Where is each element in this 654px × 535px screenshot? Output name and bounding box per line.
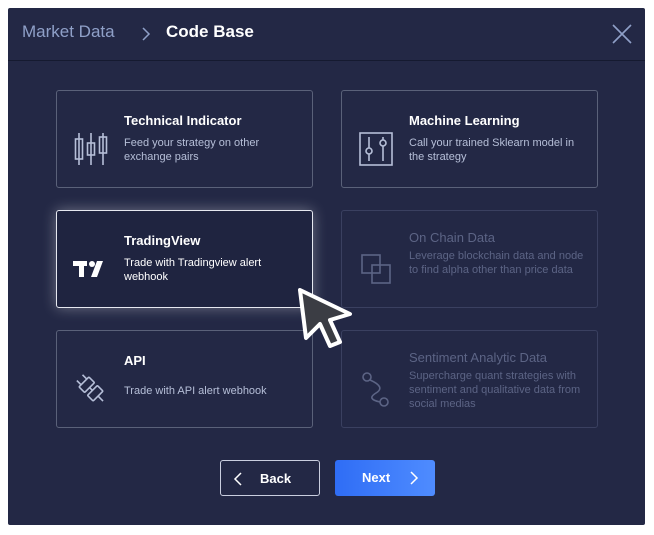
card-description: Leverage blockchain data and node to fin… — [409, 250, 584, 276]
option-machine-learning[interactable]: Machine Learning Call your trained Sklea… — [341, 90, 598, 188]
card-description: Trade with Tradingview alert webhook — [124, 257, 262, 283]
next-button[interactable]: Next — [335, 460, 435, 496]
card-title: Machine Learning — [409, 113, 520, 128]
sliders-icon — [359, 132, 393, 166]
back-button[interactable]: Back — [220, 460, 320, 496]
option-technical-indicator[interactable]: Technical Indicator Feed your strategy o… — [56, 90, 313, 188]
breadcrumb-market-data[interactable]: Market Data — [22, 22, 115, 42]
close-icon[interactable] — [611, 23, 633, 45]
overlapping-squares-icon — [361, 254, 391, 284]
card-description: Feed your strategy on other exchange pai… — [124, 137, 260, 163]
card-title: API — [124, 353, 146, 368]
back-label: Back — [260, 471, 292, 486]
card-title: Sentiment Analytic Data — [409, 350, 548, 365]
chevron-left-icon — [233, 472, 242, 486]
modal-dialog: Market Data Code Base Technical Indicato… — [8, 8, 645, 525]
option-api[interactable]: API Trade with API alert webhook — [56, 330, 313, 428]
mouse-cursor-icon — [298, 288, 352, 348]
card-title: On Chain Data — [409, 230, 495, 245]
card-title: TradingView — [124, 233, 201, 248]
breadcrumb-code-base: Code Base — [166, 22, 254, 41]
plug-icon — [76, 374, 104, 402]
path-nodes-icon — [362, 372, 389, 407]
chevron-right-icon — [410, 471, 419, 485]
card-title: Technical Indicator — [124, 113, 242, 128]
next-label: Next — [362, 470, 391, 485]
tradingview-logo-icon — [73, 261, 103, 277]
option-on-chain-data: On Chain Data Leverage blockchain data a… — [341, 210, 598, 308]
candlestick-icon — [74, 133, 108, 165]
card-description: Supercharge quant strategies with sentim… — [409, 370, 581, 410]
option-tradingview[interactable]: TradingView Trade with Tradingview alert… — [56, 210, 313, 308]
card-description: Trade with API alert webhook — [124, 385, 267, 397]
chevron-right-icon — [142, 27, 151, 41]
option-sentiment-analytic-data: Sentiment Analytic Data Supercharge quan… — [341, 330, 598, 428]
modal-header: Market Data Code Base — [8, 8, 645, 61]
card-description: Call your trained Sklearn model in the s… — [409, 137, 575, 163]
